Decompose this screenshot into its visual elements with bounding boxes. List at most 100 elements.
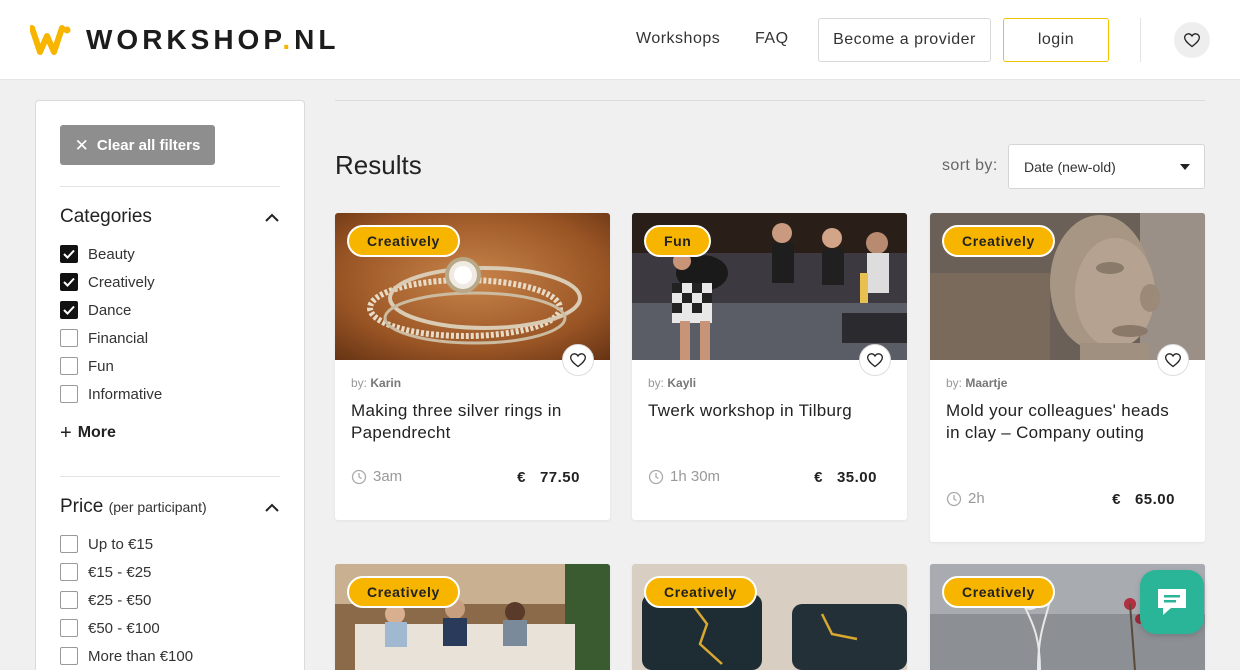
heart-icon [1184,32,1200,47]
chevron-up-icon[interactable] [264,213,280,223]
favorite-button[interactable] [562,344,594,376]
workshop-logo-icon [29,24,72,56]
workshop-title[interactable]: Making three silver rings in Papendrecht [351,400,591,444]
clock-icon [648,469,664,484]
favorites-button[interactable] [1174,22,1210,58]
price: € 65.00 [1112,491,1175,508]
checkbox-label: Creatively [88,273,155,291]
author-line: by: Kayli [648,376,697,390]
more-label: More [77,424,116,441]
checkbox[interactable] [60,273,78,291]
chat-widget-button[interactable] [1140,570,1204,634]
divider [335,100,1205,101]
site-header: WORKSHOP.NL Workshops FAQ Become a provi… [0,0,1240,80]
category-checkbox-informative[interactable]: Informative [60,385,162,403]
price: € 77.50 [517,469,580,486]
duration: 3am [351,468,402,485]
price-checkbox-15-25[interactable]: €15 - €25 [60,563,151,581]
author-name: Kayli [667,376,697,390]
category-badge: Creatively [347,576,460,608]
duration: 2h [946,490,985,507]
checkbox-label: €50 - €100 [88,619,160,637]
chevron-up-icon[interactable] [264,503,280,513]
category-badge: Creatively [942,225,1055,257]
login-button[interactable]: login [1003,18,1109,62]
checkbox[interactable] [60,591,78,609]
favorite-button[interactable] [859,344,891,376]
checkbox-label: Up to €15 [88,535,154,553]
sort-dropdown[interactable]: Date (new-old) [1008,144,1205,189]
category-checkbox-fun[interactable]: Fun [60,357,114,375]
checkbox-label: Informative [88,385,163,403]
workshop-card[interactable]: Creatively [632,564,907,670]
nav-faq-link[interactable]: FAQ [755,30,789,48]
workshop-title[interactable]: Mold your colleagues' heads in clay – Co… [946,400,1186,444]
category-checkbox-dance[interactable]: Dance [60,301,131,319]
become-provider-button[interactable]: Become a provider [818,18,991,62]
close-icon: ✕ [74,135,89,155]
category-badge: Creatively [942,576,1055,608]
checkbox-label: Beauty [88,245,135,263]
results-heading: Results [335,150,422,180]
header-divider [1140,18,1141,62]
checkbox-label: Dance [88,301,132,319]
workshop-card[interactable]: Creatively by: Maartje Mold your colleag… [930,213,1205,542]
category-checkbox-beauty[interactable]: Beauty [60,245,135,263]
favorite-button[interactable] [1157,344,1189,376]
checkbox-label: Financial [88,329,149,347]
checkbox-label: More than €100 [88,647,194,665]
heart-icon [1165,352,1181,367]
category-badge: Fun [644,225,712,257]
nav-workshops-link[interactable]: Workshops [636,30,720,48]
checkbox[interactable] [60,647,78,665]
category-checkbox-financial[interactable]: Financial [60,329,148,347]
checkbox[interactable] [60,563,78,581]
category-badge: Creatively [347,225,460,257]
workshop-card[interactable]: Fun by: Kayli Twerk workshop in Tilburg … [632,213,907,520]
price-checkbox-25-50[interactable]: €25 - €50 [60,591,151,609]
categories-heading: Categories [60,206,152,227]
price-checkbox-50-100[interactable]: €50 - €100 [60,619,160,637]
checkbox-label: Fun [88,357,114,375]
price-heading: Price (per participant) [60,496,207,517]
clear-filters-label: Clear all filters [96,136,201,154]
category-badge: Creatively [644,576,757,608]
author-name: Maartje [965,376,1008,390]
workshop-title[interactable]: Twerk workshop in Tilburg [648,400,888,422]
clock-icon [946,491,962,506]
filter-sidebar: ✕ Clear all filters Categories Beauty Cr… [35,100,305,670]
checkbox[interactable] [60,329,78,347]
clear-filters-button[interactable]: ✕ Clear all filters [60,125,215,165]
brand-logo[interactable]: WORKSHOP.NL [29,24,340,56]
duration: 1h 30m [648,468,720,485]
heart-icon [867,352,883,367]
price-checkbox-more-than-100[interactable]: More than €100 [60,647,193,665]
category-checkbox-creatively[interactable]: Creatively [60,273,155,291]
divider [60,476,280,477]
workshop-card[interactable]: Creatively by: Karin Making three silver… [335,213,610,520]
chat-icon [1158,589,1186,615]
checkbox[interactable] [60,535,78,553]
checkbox[interactable] [60,619,78,637]
checkbox[interactable] [60,385,78,403]
sort-label: sort by: [942,157,998,174]
workshop-card[interactable]: Creatively [335,564,610,670]
checkbox-label: €25 - €50 [88,591,152,609]
plus-icon: + [60,422,72,444]
author-line: by: Karin [351,376,402,390]
price: € 35.00 [814,469,877,486]
caret-down-icon [1180,164,1190,170]
checkbox[interactable] [60,357,78,375]
author-name: Karin [370,376,402,390]
checkbox[interactable] [60,245,78,263]
clock-icon [351,469,367,484]
checkbox-label: €15 - €25 [88,563,152,581]
more-categories-button[interactable]: + More [60,423,116,443]
checkbox[interactable] [60,301,78,319]
author-line: by: Maartje [946,376,1008,390]
price-checkbox-up-to-15[interactable]: Up to €15 [60,535,153,553]
sort-selected-value: Date (new-old) [1024,158,1116,175]
heart-icon [570,352,586,367]
divider [60,186,280,187]
brand-name: WORKSHOP.NL [86,24,340,55]
